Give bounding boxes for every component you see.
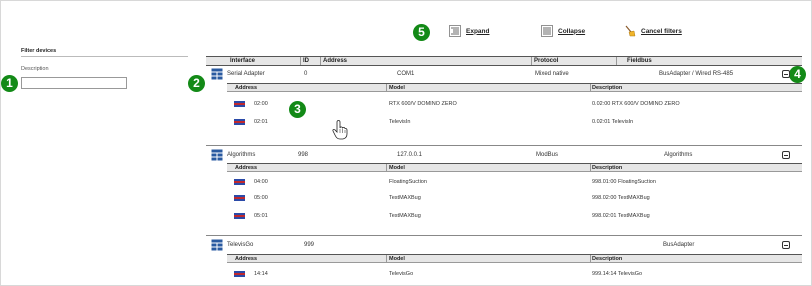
sub-device-model: RTX 600/V DOMINO ZERO	[389, 101, 457, 107]
hand-pointer-icon	[332, 120, 348, 140]
device-protocol: ModBus	[536, 152, 559, 158]
collapse-button[interactable]: Collapse	[541, 25, 585, 37]
device-flag-icon	[234, 179, 245, 185]
sub-device-row[interactable]: 05:01 TestMAXBug 998.02:01 TestMAXBug	[227, 211, 802, 221]
sub-device-row[interactable]: 05:00 TestMAXBug 998.02:00 TestMAXBug	[227, 193, 802, 203]
description-label: Description	[21, 66, 49, 72]
device-protocol: Mixed native	[535, 71, 569, 77]
column-id[interactable]: ID	[303, 58, 309, 64]
device-grid-icon	[211, 149, 223, 161]
sub-column-address[interactable]: Address	[235, 85, 257, 91]
sub-device-address: 02:00	[254, 101, 268, 107]
sub-device-row[interactable]: 02:00 RTX 600/V DOMINO ZERO 0.02:00 RTX …	[227, 99, 802, 109]
sub-device-description: 998.01:00 FloatingSuction	[592, 179, 656, 185]
device-row[interactable]: Serial Adapter 0 COM1 Mixed native BusAd…	[206, 68, 802, 80]
callout-badge-2: 2	[188, 75, 205, 92]
expand-label: Expand	[466, 27, 490, 35]
sub-column-description[interactable]: Description	[592, 85, 622, 91]
device-row[interactable]: Algorithms 998 127.0.0.1 ModBus Algorith…	[206, 149, 802, 161]
sub-device-description: 999.14:14 TelevisGo	[592, 271, 643, 277]
sub-grid-header: Address Model Description	[227, 163, 802, 172]
sub-device-model: FloatingSuction	[389, 179, 427, 185]
sub-device-description: 0.02:01 TelevisIn	[592, 119, 634, 125]
device-grid-icon	[211, 68, 223, 80]
description-filter-input[interactable]	[21, 77, 127, 89]
sub-column-model[interactable]: Model	[389, 85, 405, 91]
device-flag-icon	[234, 271, 245, 277]
device-fieldbus: BusAdapter / Wired RS-485	[659, 71, 734, 77]
sub-device-model: TestMAXBug	[389, 213, 421, 219]
sub-device-address: 04:00	[254, 179, 268, 185]
column-fieldbus[interactable]: Fieldbus	[627, 58, 652, 64]
sub-device-row[interactable]: 14:14 TelevisGo 999.14:14 TelevisGo	[227, 269, 802, 279]
filter-panel-title: Filter devices	[21, 48, 57, 54]
callout-badge-5: 5	[413, 24, 430, 41]
sub-column-description[interactable]: Description	[592, 256, 622, 262]
device-row[interactable]: TelevisGo 999 BusAdapter	[206, 239, 802, 251]
sub-column-address[interactable]: Address	[235, 256, 257, 262]
device-fieldbus: Algorithms	[664, 152, 693, 158]
broom-icon	[625, 25, 636, 37]
collapse-toggle-icon[interactable]	[782, 241, 790, 249]
expand-list-icon	[449, 25, 461, 37]
collapse-toggle-icon[interactable]	[782, 70, 790, 78]
sub-device-model: TestMAXBug	[389, 195, 421, 201]
sub-column-model[interactable]: Model	[389, 165, 405, 171]
callout-badge-1: 1	[1, 75, 18, 92]
sub-grid-header: Address Model Description	[227, 254, 802, 263]
device-flag-icon	[234, 101, 245, 107]
device-fieldbus: BusAdapter	[663, 242, 695, 248]
sub-device-row[interactable]: 02:01 TelevisIn 0.02:01 TelevisIn	[227, 117, 802, 127]
expand-button[interactable]: Expand	[449, 25, 489, 37]
filter-divider	[21, 56, 188, 57]
column-protocol[interactable]: Protocol	[534, 58, 558, 64]
cancel-filters-button[interactable]: Cancel filters	[624, 25, 682, 37]
device-id: 998	[298, 152, 309, 158]
device-flag-icon	[234, 213, 245, 219]
sub-grid-header: Address Model Description	[227, 83, 802, 92]
sub-device-address: 05:01	[254, 213, 268, 219]
device-interface: TelevisGo	[227, 242, 254, 248]
collapse-list-icon	[541, 25, 553, 37]
device-interface: Serial Adapter	[227, 71, 265, 77]
device-grid-icon	[211, 239, 223, 251]
collapse-label: Collapse	[558, 27, 586, 35]
sub-column-description[interactable]: Description	[592, 165, 622, 171]
device-id: 0	[304, 71, 308, 77]
sub-device-description: 998.02:00 TestMAXBug	[592, 195, 650, 201]
group-divider	[206, 145, 802, 146]
sub-device-address: 02:01	[254, 119, 268, 125]
sub-device-model: TelevisGo	[389, 271, 414, 277]
device-address: 127.0.0.1	[397, 152, 423, 158]
sub-column-address[interactable]: Address	[235, 165, 257, 171]
column-interface[interactable]: Interface	[230, 58, 255, 64]
device-address: COM1	[397, 71, 415, 77]
device-interface: Algorithms	[227, 152, 256, 158]
grid-header: Interface ID Address Protocol Fieldbus	[206, 56, 802, 66]
sub-device-address: 05:00	[254, 195, 268, 201]
group-divider	[206, 235, 802, 236]
collapse-toggle-icon[interactable]	[782, 151, 790, 159]
sub-device-address: 14:14	[254, 271, 268, 277]
sub-device-model: TelevisIn	[389, 119, 411, 125]
device-id: 999	[304, 242, 315, 248]
sub-column-model[interactable]: Model	[389, 256, 405, 262]
sub-device-description: 998.02:01 TestMAXBug	[592, 213, 650, 219]
device-flag-icon	[234, 119, 245, 125]
column-address[interactable]: Address	[323, 58, 347, 64]
sub-device-row[interactable]: 04:00 FloatingSuction 998.01:00 Floating…	[227, 177, 802, 187]
device-flag-icon	[234, 195, 245, 201]
cancel-filters-label: Cancel filters	[641, 27, 682, 35]
sub-device-description: 0.02:00 RTX 600/V DOMINO ZERO	[592, 101, 680, 107]
